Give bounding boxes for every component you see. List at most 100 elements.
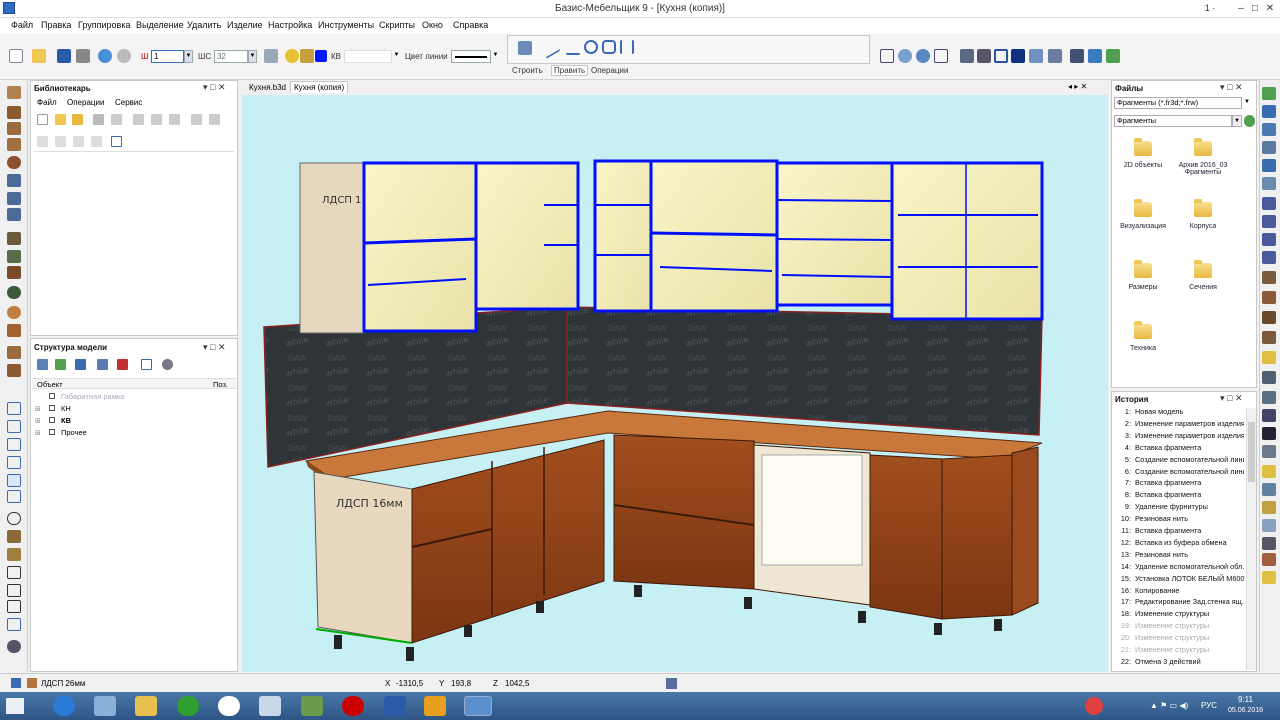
right-tool-icon[interactable] bbox=[1262, 87, 1276, 100]
right-tool-icon[interactable] bbox=[1262, 553, 1276, 566]
lib-paste-icon[interactable] bbox=[169, 114, 180, 125]
lib-save-icon[interactable] bbox=[93, 114, 104, 125]
history-item[interactable]: 15: Установка ЛОТОК БЕЛЫЙ М600 bbox=[1118, 574, 1244, 583]
history-item[interactable]: 1: Новая модель bbox=[1118, 407, 1244, 416]
history-item[interactable]: 20: Изменение структуры bbox=[1118, 633, 1244, 642]
struct-up-icon[interactable] bbox=[97, 359, 108, 370]
box-copy-icon[interactable] bbox=[7, 490, 21, 503]
right-tool-icon[interactable] bbox=[1262, 215, 1276, 228]
struct-add-icon[interactable] bbox=[55, 359, 66, 370]
doc-tab-nav-controls[interactable]: ◂ ▸ ✕ bbox=[1068, 82, 1087, 91]
struct-props-icon[interactable] bbox=[141, 359, 152, 370]
hexagon-tool-icon[interactable] bbox=[602, 40, 616, 54]
right-tool-icon[interactable] bbox=[1262, 391, 1276, 404]
menu-product[interactable]: Изделие bbox=[227, 20, 263, 30]
right-tool-icon[interactable] bbox=[1262, 501, 1276, 514]
lib-copy-icon[interactable] bbox=[151, 114, 162, 125]
minimize-button[interactable]: – bbox=[1234, 0, 1248, 18]
doc-tab-kitchen-copy[interactable]: Кухня (копия) bbox=[290, 81, 349, 93]
folder-appliances[interactable]: Техника bbox=[1113, 321, 1173, 352]
width-dropdown-icon[interactable]: ▼ bbox=[184, 50, 193, 63]
layer-name-input[interactable] bbox=[344, 50, 392, 63]
history-item[interactable]: 12: Вставка из буфера обмена bbox=[1118, 538, 1244, 547]
word-icon[interactable] bbox=[384, 696, 406, 716]
layer-dropdown-icon[interactable]: ▼ bbox=[392, 50, 401, 63]
history-scroll-thumb[interactable] bbox=[1248, 422, 1255, 482]
history-item[interactable]: 9: Удаление фурнитуры bbox=[1118, 502, 1244, 511]
right-tool-icon[interactable] bbox=[1262, 483, 1276, 496]
right-tool-icon[interactable] bbox=[1262, 409, 1276, 422]
struct-view-icon[interactable] bbox=[162, 359, 173, 370]
viewport-3d[interactable]: while DAW bbox=[242, 95, 1108, 672]
ortho-icon[interactable] bbox=[994, 49, 1008, 63]
history-item[interactable]: 16: Копирование bbox=[1118, 586, 1244, 595]
box-selected-icon[interactable] bbox=[7, 474, 21, 487]
yandex-browser-icon[interactable] bbox=[218, 696, 240, 716]
tab-edit[interactable]: Править bbox=[551, 65, 589, 76]
history-item[interactable]: 6: Создание вспомогательной линии bbox=[1118, 467, 1244, 476]
librarian-menu-file[interactable]: Файл bbox=[37, 98, 57, 107]
box-side-icon[interactable] bbox=[7, 438, 21, 451]
menu-tools[interactable]: Инструменты bbox=[318, 20, 374, 30]
bazis-app-icon[interactable] bbox=[464, 696, 492, 716]
tray-app-icon[interactable] bbox=[1085, 697, 1103, 715]
lib-print-icon[interactable] bbox=[111, 114, 122, 125]
right-tool-icon[interactable] bbox=[1262, 177, 1276, 190]
tree-checkbox[interactable] bbox=[49, 393, 55, 399]
view-icon[interactable] bbox=[1088, 49, 1102, 63]
green-app-icon[interactable] bbox=[177, 696, 199, 716]
redo-icon[interactable] bbox=[117, 49, 131, 63]
history-item[interactable]: 18: Изменение структуры bbox=[1118, 609, 1244, 618]
files-window-controls[interactable]: ▾ □ ✕ bbox=[1220, 82, 1243, 93]
history-item[interactable]: 4: Вставка фрагмента bbox=[1118, 443, 1244, 452]
tree-checkbox[interactable] bbox=[49, 429, 55, 435]
tree-checkbox[interactable] bbox=[49, 417, 55, 423]
box-icon[interactable] bbox=[7, 402, 21, 415]
profile-icon[interactable] bbox=[7, 232, 21, 245]
lib-down-icon[interactable] bbox=[209, 114, 220, 125]
layers-icon[interactable] bbox=[7, 618, 21, 631]
tree-expand-icon[interactable]: ⊞ bbox=[35, 417, 41, 425]
vertical-panel-icon[interactable] bbox=[7, 106, 21, 119]
box-top-icon[interactable] bbox=[7, 456, 21, 469]
horizontal-panel-icon[interactable] bbox=[7, 122, 21, 135]
panel-tool-icon[interactable] bbox=[7, 86, 21, 99]
status-mode-icon[interactable] bbox=[666, 678, 677, 689]
block-icon[interactable] bbox=[7, 530, 21, 543]
maximize-button[interactable]: □ bbox=[1248, 0, 1262, 18]
clock-time[interactable]: 9:11 bbox=[1238, 695, 1253, 704]
magnet-icon[interactable] bbox=[1011, 49, 1025, 63]
history-window-controls[interactable]: ▾ □ ✕ bbox=[1220, 393, 1243, 404]
windows-start-icon[interactable] bbox=[6, 698, 24, 714]
history-scrollbar[interactable] bbox=[1246, 408, 1256, 670]
tools-icon[interactable] bbox=[1048, 49, 1062, 63]
sigma-icon[interactable] bbox=[1262, 427, 1276, 440]
app-icon[interactable] bbox=[301, 696, 323, 716]
document-icon[interactable] bbox=[259, 696, 281, 716]
tray-icons[interactable]: ▲ ⚑ ▭ ◀) bbox=[1150, 701, 1188, 710]
close-button[interactable]: ✕ bbox=[1262, 0, 1278, 18]
line-style-dropdown-icon[interactable]: ▼ bbox=[491, 50, 500, 63]
menu-window[interactable]: Окно bbox=[422, 20, 443, 30]
files-filter-dropdown-icon[interactable]: ▼ bbox=[1242, 97, 1252, 109]
zoom-icon[interactable] bbox=[898, 49, 912, 63]
right-tool-icon[interactable] bbox=[1262, 251, 1276, 264]
history-item[interactable]: 5: Создание вспомогательной линии bbox=[1118, 455, 1244, 464]
lib-props-icon[interactable] bbox=[37, 136, 48, 147]
files-folder-dropdown-icon[interactable]: ▼ bbox=[1232, 115, 1242, 127]
right-tool-icon[interactable] bbox=[1262, 331, 1276, 344]
ws-dropdown-icon[interactable]: ▼ bbox=[248, 50, 257, 63]
history-item[interactable]: 22: Отмена 3 действий bbox=[1118, 657, 1244, 666]
librarian-content-area[interactable] bbox=[34, 151, 234, 333]
fittings-icon[interactable] bbox=[7, 250, 21, 263]
right-tool-icon[interactable] bbox=[1262, 159, 1276, 172]
right-tool-icon[interactable] bbox=[1262, 123, 1276, 136]
block-solid-icon[interactable] bbox=[7, 548, 21, 561]
line-tool-icon[interactable] bbox=[546, 36, 560, 60]
color-swatch-icon[interactable] bbox=[315, 50, 327, 62]
right-tool-icon[interactable] bbox=[1262, 571, 1276, 584]
history-item[interactable]: 10: Резиновая нить bbox=[1118, 514, 1244, 523]
lib-folder-add-icon[interactable] bbox=[72, 114, 83, 125]
right-tool-icon[interactable] bbox=[1262, 141, 1276, 154]
wood-texture-icon[interactable] bbox=[7, 306, 21, 319]
